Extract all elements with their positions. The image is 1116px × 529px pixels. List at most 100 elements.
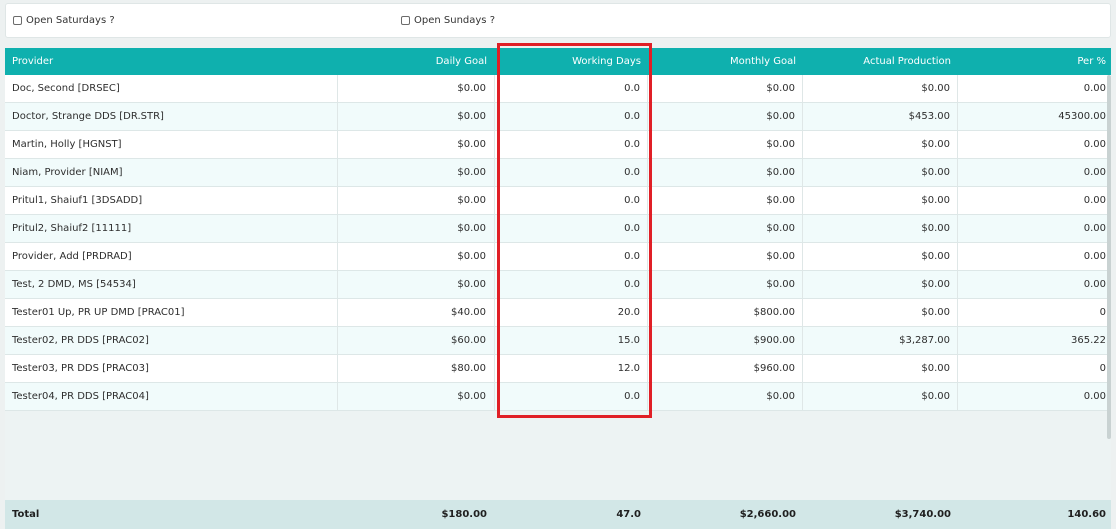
cell-per-percent: 0.00 [1083,195,1106,206]
open-sundays-label: Open Sundays ? [414,15,496,26]
table-row[interactable]: Tester02, PR DDS [PRAC02] $60.00 15.0 $900.… [5,327,1111,355]
cell-working-days: 0.0 [495,383,648,410]
table-row[interactable]: Martin, Holly [HGNST] $0.00 0.0 $0.00 $0.00 0… [5,131,1111,159]
cell-working-days: 0.0 [495,75,648,102]
table-row[interactable]: Tester03, PR DDS [PRAC03] $80.00 12.0 $960.… [5,355,1111,383]
cell-provider: Test, 2 DMD, MS [54534] [5,271,338,298]
cell-daily-goal: $0.00 [338,243,495,270]
cell-daily-goal: $80.00 [338,355,495,382]
cell-daily-goal: $40.00 [338,299,495,326]
open-saturdays-checkbox[interactable] [13,16,22,25]
column-header-provider[interactable]: Provider [12,48,53,75]
cell-monthly-goal: $0.00 [648,243,803,270]
cell-daily-goal: $0.00 [338,159,495,186]
cell-actual-production: $0.00 [803,131,958,158]
open-sundays-option[interactable]: Open Sundays ? [401,15,495,26]
cell-provider: Tester02, PR DDS [PRAC02] [5,327,338,354]
cell-provider: Tester03, PR DDS [PRAC03] [5,355,338,382]
cell-working-days: 12.0 [495,355,648,382]
cell-actual-production: $0.00 [803,159,958,186]
cell-monthly-goal: $0.00 [648,103,803,130]
table-row[interactable]: Niam, Provider [NIAM] $0.00 0.0 $0.00 $0.00 0… [5,159,1111,187]
cell-actual-production: $453.00 [803,103,958,130]
total-monthly-goal: $2,660.00 [739,509,796,520]
table-row[interactable]: Test, 2 DMD, MS [54534] $0.00 0.0 $0.00 $0.0… [5,271,1111,299]
cell-working-days: 0.0 [495,243,648,270]
cell-actual-production: $0.00 [803,187,958,214]
totals-row: Total $180.00 47.0 $2,660.00 $3,740.00 1… [5,500,1111,529]
cell-provider: Tester04, PR DDS [PRAC04] [5,383,338,410]
cell-daily-goal: $60.00 [338,327,495,354]
cell-working-days: 0.0 [495,187,648,214]
cell-daily-goal: $0.00 [338,383,495,410]
cell-monthly-goal: $0.00 [648,187,803,214]
cell-daily-goal: $0.00 [338,215,495,242]
cell-monthly-goal: $0.00 [648,383,803,410]
cell-daily-goal: $0.00 [338,131,495,158]
cell-per-percent: 0.00 [1083,391,1106,402]
cell-actual-production: $0.00 [803,215,958,242]
cell-daily-goal: $0.00 [338,103,495,130]
cell-working-days: 0.0 [495,215,648,242]
cell-actual-production: $3,287.00 [803,327,958,354]
total-daily-goal: $180.00 [441,509,487,520]
cell-provider: Pritul2, Shaiuf2 [11111] [5,215,338,242]
cell-actual-production: $0.00 [803,75,958,102]
cell-provider: Niam, Provider [NIAM] [5,159,338,186]
grid-header: Provider Daily Goal Working Days Monthly… [5,48,1111,75]
cell-per-percent: 365.22 [1071,335,1106,346]
cell-provider: Tester01 Up, PR UP DMD [PRAC01] [5,299,338,326]
cell-provider: Doctor, Strange DDS [DR.STR] [5,103,338,130]
cell-provider: Pritul1, Shaiuf1 [3DSADD] [5,187,338,214]
cell-monthly-goal: $0.00 [648,131,803,158]
cell-working-days: 20.0 [495,299,648,326]
column-header-working-days[interactable]: Working Days [495,48,641,75]
vertical-scrollbar[interactable] [1107,75,1111,439]
cell-working-days: 0.0 [495,159,648,186]
cell-per-percent: 0.00 [1083,251,1106,262]
cell-actual-production: $0.00 [803,271,958,298]
total-actual-production: $3,740.00 [894,509,951,520]
open-saturdays-option[interactable]: Open Saturdays ? [13,15,115,26]
table-row[interactable]: Provider, Add [PRDRAD] $0.00 0.0 $0.00 $0.00… [5,243,1111,271]
cell-provider: Provider, Add [PRDRAD] [5,243,338,270]
total-working-days: 47.0 [616,509,641,520]
open-saturdays-label: Open Saturdays ? [26,15,115,26]
cell-working-days: 0.0 [495,131,648,158]
column-header-daily-goal[interactable]: Daily Goal [338,48,487,75]
cell-monthly-goal: $0.00 [648,159,803,186]
table-row[interactable]: Doc, Second [DRSEC] $0.00 0.0 $0.00 $0.00 0.0… [5,75,1111,103]
cell-provider: Martin, Holly [HGNST] [5,131,338,158]
column-header-per-percent[interactable]: Per % [958,48,1106,75]
cell-daily-goal: $0.00 [338,271,495,298]
cell-per-percent: 45300.00 [1058,111,1106,122]
filter-bar: Open Saturdays ? Open Sundays ? [5,3,1111,38]
cell-per-percent: 0 [1099,307,1106,318]
cell-per-percent: 0.00 [1083,223,1106,234]
cell-actual-production: $0.00 [803,243,958,270]
table-row[interactable]: Pritul1, Shaiuf1 [3DSADD] $0.00 0.0 $0.00 $0… [5,187,1111,215]
total-label: Total [12,509,40,520]
table-row[interactable]: Tester01 Up, PR UP DMD [PRAC01] $40.00 20.… [5,299,1111,327]
cell-monthly-goal: $0.00 [648,75,803,102]
cell-provider: Doc, Second [DRSEC] [5,75,338,102]
open-sundays-checkbox[interactable] [401,16,410,25]
cell-per-percent: 0.00 [1083,279,1106,290]
table-row[interactable]: Tester04, PR DDS [PRAC04] $0.00 0.0 $0.00 $0… [5,383,1111,411]
cell-daily-goal: $0.00 [338,187,495,214]
table-row[interactable]: Doctor, Strange DDS [DR.STR] $0.00 0.0 $0.0… [5,103,1111,131]
total-per-percent: 140.60 [1067,509,1106,520]
cell-monthly-goal: $960.00 [648,355,803,382]
cell-monthly-goal: $0.00 [648,215,803,242]
cell-per-percent: 0 [1099,363,1106,374]
table-row[interactable]: Pritul2, Shaiuf2 [11111] $0.00 0.0 $0.00 $0.… [5,215,1111,243]
cell-monthly-goal: $800.00 [648,299,803,326]
cell-per-percent: 0.00 [1083,83,1106,94]
cell-actual-production: $0.00 [803,383,958,410]
column-header-actual-production[interactable]: Actual Production [803,48,951,75]
cell-working-days: 15.0 [495,327,648,354]
cell-actual-production: $0.00 [803,299,958,326]
cell-actual-production: $0.00 [803,355,958,382]
cell-monthly-goal: $900.00 [648,327,803,354]
column-header-monthly-goal[interactable]: Monthly Goal [648,48,796,75]
